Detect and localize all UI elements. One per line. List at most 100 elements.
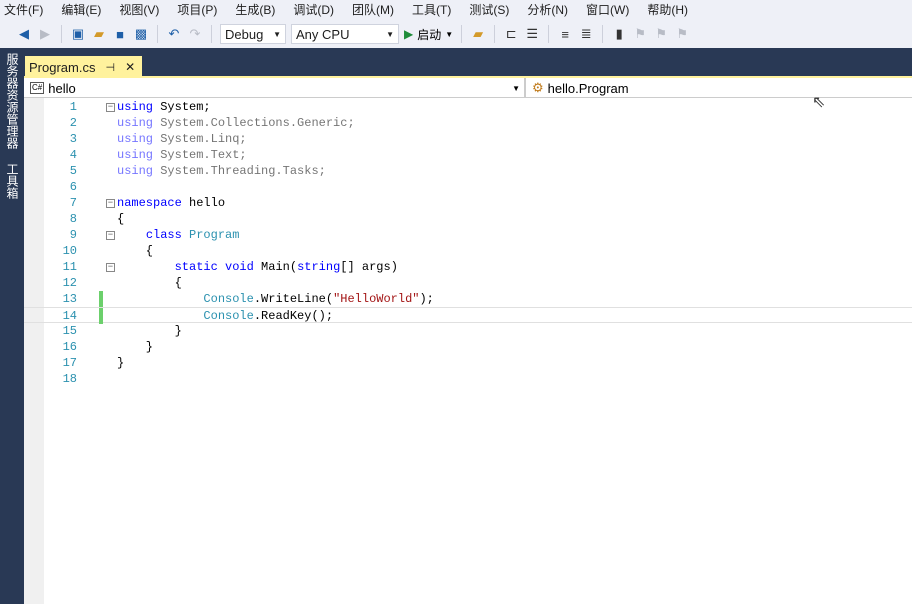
toolbar: ◀ ▶ ▣ ▰ ■ ▩ ↶ ↷ Debug ▼ Any CPU ▼ ▶ 启动 ▼ ▰ ⊏… [0,20,912,48]
next-bookmark-icon[interactable]: ⚑ [653,26,669,42]
left-sidebar: 服务器资源管理器 工具箱 [0,48,24,604]
redo-icon[interactable]: ↷ [187,26,203,42]
code-line: 3 using System.Linq; [24,131,912,147]
collapse-icon[interactable]: − [106,263,115,272]
separator [602,25,604,43]
menu-item[interactable]: 窗口(W) [582,0,638,20]
code-token: { [117,212,125,226]
line-number: 12 [62,276,77,290]
class-icon: ⚙ [532,80,544,95]
separator [211,25,212,43]
code-line: 17} [24,355,912,371]
platform-value: Any CPU [296,26,350,42]
code-token: using [117,100,154,114]
chevron-down-icon: ▼ [386,29,394,39]
type-value: hello.Program [547,80,629,96]
mouse-cursor-icon: ⇖ [812,94,826,111]
start-button[interactable]: ▶ 启动 ▼ [404,26,453,43]
line-number: 1 [69,100,77,114]
menu-item[interactable]: 文件(F) [0,0,52,20]
code-line: 16 } [24,339,912,355]
undo-icon[interactable]: ↶ [166,26,182,42]
prev-bookmark-icon[interactable]: ⚑ [632,26,648,42]
menu-item[interactable]: 测试(S) [465,0,518,20]
close-icon[interactable]: ✕ [125,60,135,74]
line-number: 14 [62,309,77,323]
new-project-icon[interactable]: ▣ [70,26,86,42]
code-line: 18 [24,371,912,387]
pin-icon[interactable]: ⊣ [105,61,115,74]
code-token: Program [189,228,240,242]
forward-icon[interactable]: ▶ [37,26,53,42]
menu-item[interactable]: 生成(B) [231,0,284,20]
code-text: } [117,323,182,339]
line-number: 9 [69,228,77,242]
server-explorer-tab[interactable]: 服务器资源管理器 [4,53,21,149]
code-line: 1 − using System; [24,99,912,115]
toolbox-tab[interactable]: 工具箱 [4,163,21,199]
collapse-icon[interactable]: − [106,199,115,208]
line-number: 4 [69,148,77,162]
line-number: 3 [69,132,77,146]
code-token: namespace [117,196,182,210]
menu-item[interactable]: 帮助(H) [643,0,697,20]
play-icon: ▶ [404,27,414,41]
separator [494,25,496,43]
uncomment-icon[interactable]: ≣ [578,26,594,42]
back-icon[interactable]: ◀ [16,26,32,42]
collapse-icon[interactable]: − [106,231,115,240]
code-text: using System.Linq; [117,131,247,147]
code-token: .ReadKey(); [253,309,334,323]
code-token: System.Text; [153,148,247,162]
code-token: [] args) [340,260,398,274]
code-token: string [297,260,341,274]
chevron-down-icon: ▼ [273,29,281,39]
code-token: ); [419,292,434,306]
configuration-value: Debug [225,26,264,42]
code-line: 7 − namespace hello [24,195,912,211]
code-token: void [225,260,254,274]
menu-item[interactable]: 调试(D) [289,0,343,20]
tab-title: Program.cs [29,59,96,75]
find-icon[interactable]: ▰ [470,26,486,42]
collapse-icon[interactable]: − [106,103,115,112]
code-token: Console [203,309,254,323]
save-all-icon[interactable]: ▩ [133,26,149,42]
type-dropdown[interactable]: ⚙ hello.Program [526,78,912,98]
menu-item[interactable]: 团队(M) [348,0,403,20]
menu-item[interactable]: 项目(P) [173,0,226,20]
menu-item[interactable]: 工具(T) [408,0,460,20]
tab-program-cs[interactable]: Program.cs ⊣ ✕ [25,56,142,78]
clear-bookmarks-icon[interactable]: ⚑ [674,26,690,42]
project-dropdown[interactable]: C# hello ▼ [24,78,526,98]
code-line: 6 [24,179,912,195]
code-line: 11 − static void Main(string[] args) [24,259,912,275]
platform-dropdown[interactable]: Any CPU ▼ [291,24,399,44]
code-token: "HelloWorld" [333,292,420,306]
menu-item[interactable]: 分析(N) [523,0,577,20]
line-number: 18 [62,372,77,386]
change-marker [99,291,103,307]
code-editor[interactable]: 1− using System; 2 using System.Collections… [24,94,912,604]
configuration-dropdown[interactable]: Debug ▼ [220,24,286,44]
comment-icon[interactable]: ≡ [557,27,573,42]
change-marker [99,308,103,324]
code-token: using [117,132,154,146]
code-line: 12 { [24,275,912,291]
menu-bar: 文件(F) 编辑(E) 视图(V) 项目(P) 生成(B) 调试(D) 团队(M) 工具(T)… [0,0,912,20]
code-line: 14 Console.ReadKey(); [24,307,912,324]
open-file-icon[interactable]: ▰ [91,26,107,42]
menu-item[interactable]: 编辑(E) [57,0,110,20]
line-number: 2 [69,116,77,130]
outline-icon[interactable]: ☰ [524,26,540,42]
code-line: 15 } [24,323,912,339]
code-token: static [174,260,218,274]
bookmark-icon[interactable]: ▮ [611,26,627,42]
code-text: { [117,211,124,227]
save-icon[interactable]: ■ [112,27,128,42]
step-icon[interactable]: ⊏ [503,26,519,42]
menu-item[interactable]: 视图(V) [115,0,168,20]
